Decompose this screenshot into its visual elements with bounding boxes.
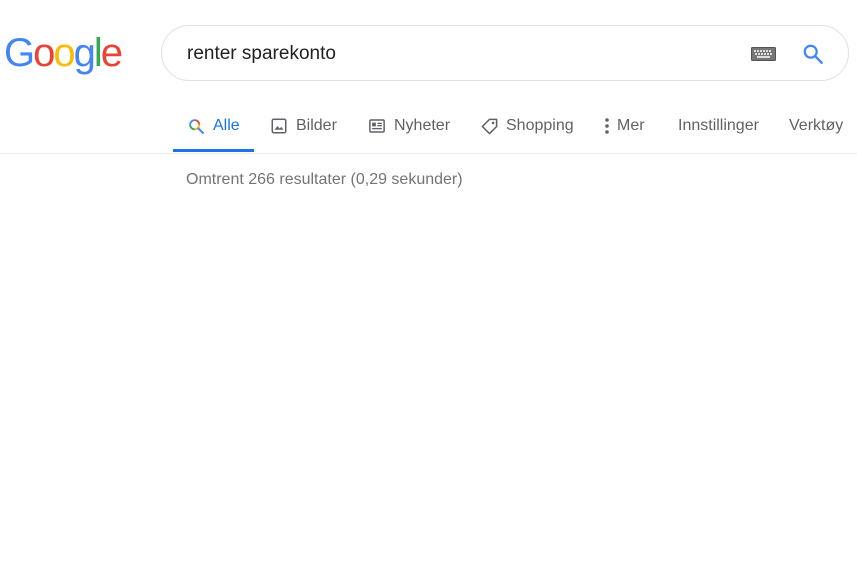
tab-nyheter[interactable]: Nyheter [367, 100, 450, 152]
image-icon [269, 116, 289, 136]
logo-letter: G [4, 31, 35, 75]
logo-letter: e [100, 31, 123, 75]
tab-label: Alle [213, 117, 240, 134]
active-tab-indicator [173, 149, 254, 152]
tab-shopping[interactable]: Shopping [479, 100, 574, 152]
tab-label: Shopping [506, 117, 574, 134]
keyboard-icon[interactable] [751, 47, 776, 61]
tab-verktoy[interactable]: Verktøy [789, 100, 843, 152]
google-logo[interactable]: Google [4, 30, 123, 76]
more-vert-icon [603, 116, 611, 136]
result-stats: Omtrent 266 resultater (0,29 sekunder) [186, 171, 463, 188]
tab-mer[interactable]: Mer [603, 100, 645, 152]
tab-label: Verktøy [789, 117, 844, 134]
logo-letter: l [93, 31, 103, 75]
search-box[interactable] [161, 25, 849, 81]
news-icon [367, 116, 387, 136]
tab-label: Innstillinger [678, 117, 759, 134]
tab-alle[interactable]: Alle [186, 100, 240, 152]
search-icon[interactable] [802, 43, 824, 65]
search-input[interactable] [187, 42, 707, 66]
tab-innstillinger[interactable]: Innstillinger [678, 100, 759, 152]
tab-label: Bilder [296, 117, 337, 134]
search-icon [186, 116, 206, 136]
tag-icon [479, 116, 499, 136]
logo-letter: o [53, 31, 75, 75]
tab-bilder[interactable]: Bilder [269, 100, 337, 152]
logo-letter: o [33, 31, 55, 75]
tab-label: Nyheter [394, 117, 451, 134]
search-tabs: Alle Bilder Nyheter Shopping Mer Innstil… [0, 100, 857, 154]
logo-letter: g [73, 31, 96, 75]
tab-label: Mer [617, 117, 645, 134]
